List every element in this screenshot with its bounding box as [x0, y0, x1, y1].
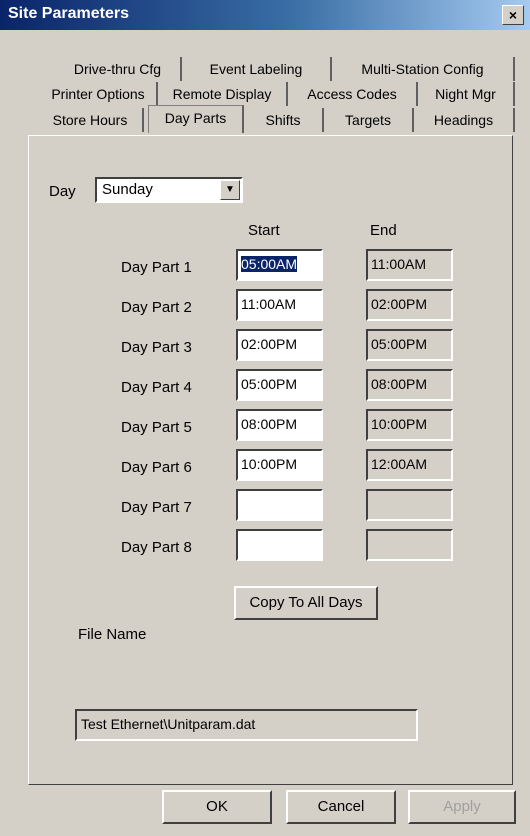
day-part-label: Day Part 3: [121, 339, 192, 356]
end-time-field: [366, 529, 453, 561]
day-part-label: Day Part 8: [121, 539, 192, 556]
start-time-input[interactable]: 05:00AM: [236, 249, 323, 281]
tab-access-codes[interactable]: Access Codes: [288, 82, 418, 106]
tab-headings[interactable]: Headings: [414, 108, 515, 132]
day-select-value: Sunday: [102, 181, 153, 198]
tab-day-parts[interactable]: Day Parts: [148, 105, 244, 133]
tab-store-hours[interactable]: Store Hours: [38, 108, 144, 132]
tab-remote-display[interactable]: Remote Display: [158, 82, 288, 106]
close-button[interactable]: ×: [502, 5, 524, 25]
end-time-field: 02:00PM: [366, 289, 453, 321]
tab-event-labeling[interactable]: Event Labeling: [182, 57, 332, 81]
start-time-input[interactable]: 10:00PM: [236, 449, 323, 481]
tab-targets[interactable]: Targets: [324, 108, 414, 132]
tab-night-mgr[interactable]: Night Mgr: [418, 82, 515, 106]
end-time-field: 08:00PM: [366, 369, 453, 401]
tab-printer-options[interactable]: Printer Options: [40, 82, 158, 106]
end-time-field: 10:00PM: [366, 409, 453, 441]
copy-to-all-days-button[interactable]: Copy To All Days: [234, 586, 378, 620]
file-name-label: File Name: [78, 626, 147, 643]
tab-row-2: Printer Options Remote Display Access Co…: [40, 82, 515, 106]
day-part-label: Day Part 4: [121, 379, 192, 396]
day-part-label: Day Part 5: [121, 419, 192, 436]
tab-row-1: Drive-thru Cfg Event Labeling Multi-Stat…: [55, 57, 515, 81]
end-time-field: 11:00AM: [366, 249, 453, 281]
day-select[interactable]: Sunday ▼: [95, 177, 243, 203]
day-part-label: Day Part 6: [121, 459, 192, 476]
end-column-header: End: [370, 222, 397, 239]
apply-button: Apply: [408, 790, 516, 824]
start-time-value: 05:00AM: [241, 256, 298, 272]
day-part-label: Day Part 7: [121, 499, 192, 516]
day-label: Day: [49, 183, 76, 200]
window-title: Site Parameters: [8, 5, 129, 22]
start-column-header: Start: [248, 222, 280, 239]
end-time-field: 05:00PM: [366, 329, 453, 361]
start-time-input[interactable]: 08:00PM: [236, 409, 323, 441]
tab-row-3: Store Hours Day Parts Shifts Targets Hea…: [38, 105, 515, 133]
day-part-label: Day Part 1: [121, 259, 192, 276]
start-time-input[interactable]: 05:00PM: [236, 369, 323, 401]
cancel-button[interactable]: Cancel: [286, 790, 396, 824]
chevron-down-icon[interactable]: ▼: [220, 180, 240, 200]
title-bar: Site Parameters ×: [0, 0, 530, 30]
end-time-field: 12:00AM: [366, 449, 453, 481]
end-time-field: [366, 489, 453, 521]
start-time-input[interactable]: [236, 489, 323, 521]
tab-shifts[interactable]: Shifts: [244, 108, 324, 132]
day-part-label: Day Part 2: [121, 299, 192, 316]
tab-multi-station-config[interactable]: Multi-Station Config: [332, 57, 515, 81]
file-name-field: Test Ethernet\Unitparam.dat: [75, 709, 418, 741]
start-time-input[interactable]: 11:00AM: [236, 289, 323, 321]
site-parameters-dialog: Site Parameters × Drive-thru Cfg Event L…: [0, 0, 530, 836]
tab-drive-thru-cfg[interactable]: Drive-thru Cfg: [55, 57, 182, 81]
start-time-input[interactable]: [236, 529, 323, 561]
ok-button[interactable]: OK: [162, 790, 272, 824]
start-time-input[interactable]: 02:00PM: [236, 329, 323, 361]
